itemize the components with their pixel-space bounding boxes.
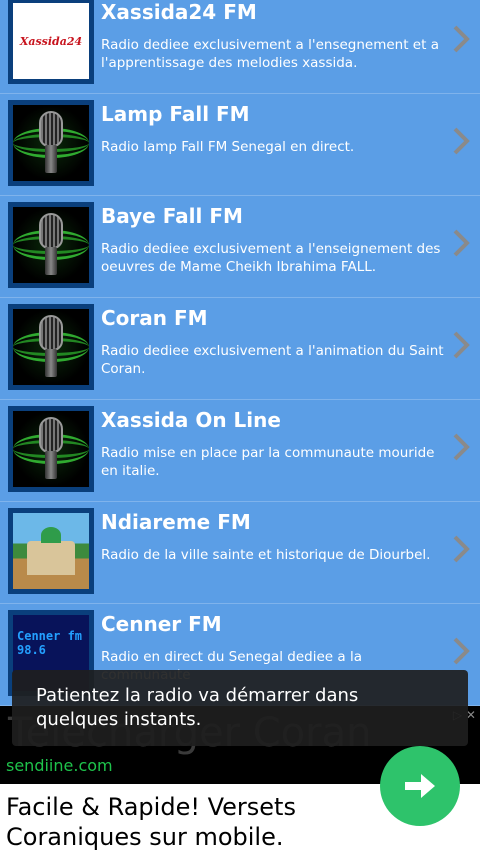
station-description: Radio dediee exclusivement a l'enseignem… xyxy=(101,241,441,275)
chevron-right-icon xyxy=(452,330,470,360)
station-item[interactable]: Coran FM Radio dediee exclusivement a l'… xyxy=(0,298,480,400)
station-title: Lamp Fall FM xyxy=(101,102,250,126)
chevron-right-icon xyxy=(452,636,470,666)
station-description: Radio dediee exclusivement a l'animation… xyxy=(101,343,444,377)
station-title: Baye Fall FM xyxy=(101,204,243,228)
ad-open-button[interactable] xyxy=(380,746,460,826)
chevron-right-icon xyxy=(452,24,470,54)
station-description: Radio mise en place par la communaute mo… xyxy=(101,445,435,479)
xassida24-logo: Xassida24 xyxy=(19,34,83,48)
station-thumbnail xyxy=(8,100,94,186)
station-title: Cenner FM xyxy=(101,612,222,636)
chevron-right-icon xyxy=(452,534,470,564)
ad-body-text: Facile & Rapide! Versets Coraniques sur … xyxy=(6,793,296,851)
station-thumbnail xyxy=(8,508,94,594)
cenner-logo: Cenner fm 98.6 xyxy=(17,629,83,657)
station-thumbnail xyxy=(8,406,94,492)
chevron-right-icon xyxy=(452,432,470,462)
chevron-right-icon xyxy=(452,126,470,156)
station-item[interactable]: Lamp Fall FM Radio lamp Fall FM Senegal … xyxy=(0,94,480,196)
ad-domain[interactable]: sendiine.com xyxy=(6,756,113,775)
station-title: Xassida On Line xyxy=(101,408,281,432)
station-title: Coran FM xyxy=(101,306,208,330)
station-item[interactable]: Xassida On Line Radio mise en place par … xyxy=(0,400,480,502)
station-item[interactable]: Ndiareme FM Radio de la ville sainte et … xyxy=(0,502,480,604)
station-thumbnail xyxy=(8,202,94,288)
station-thumbnail xyxy=(8,304,94,390)
station-thumbnail: Xassida24 xyxy=(8,0,94,84)
station-title: Ndiareme FM xyxy=(101,510,251,534)
station-item[interactable]: Baye Fall FM Radio dediee exclusivement … xyxy=(0,196,480,298)
station-description: Radio de la ville sainte et historique d… xyxy=(101,547,431,563)
toast-message: Patientez la radio va démarrer dans quel… xyxy=(12,670,468,746)
station-title: Xassida24 FM xyxy=(101,0,257,24)
station-description: Radio dediee exclusivement a l'ensegneme… xyxy=(101,37,439,71)
chevron-right-icon xyxy=(452,228,470,258)
arrow-right-icon xyxy=(405,774,435,798)
station-item[interactable]: Xassida24 Xassida24 FM Radio dediee excl… xyxy=(0,0,480,94)
station-description: Radio lamp Fall FM Senegal en direct. xyxy=(101,139,355,155)
station-list: Xassida24 Xassida24 FM Radio dediee excl… xyxy=(0,0,480,706)
